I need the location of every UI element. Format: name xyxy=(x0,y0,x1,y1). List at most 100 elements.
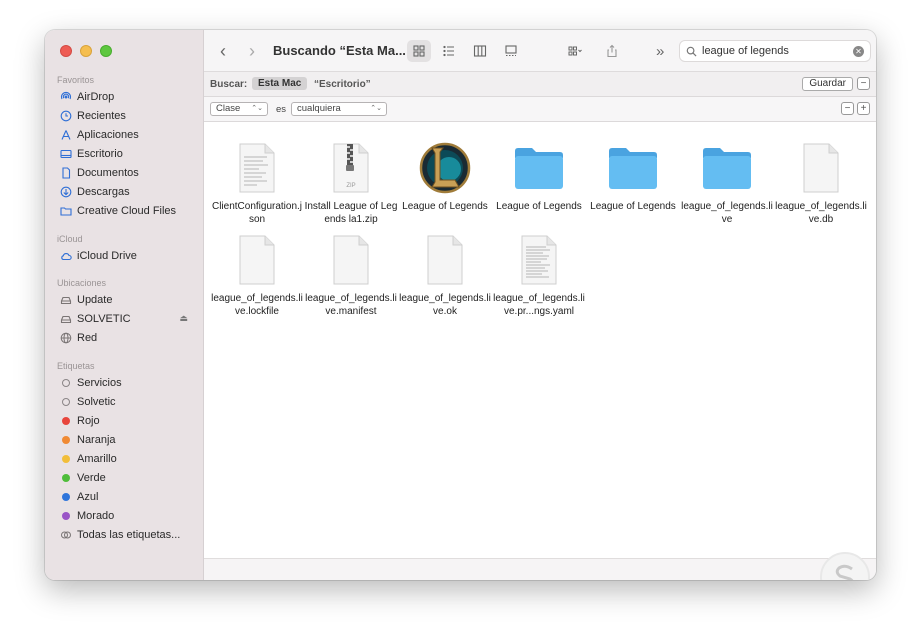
search-field[interactable]: league of legends ✕ xyxy=(679,40,871,62)
icon-view-button[interactable] xyxy=(407,40,431,62)
file-item[interactable]: ZIP Install League of Legends la1.zip xyxy=(304,142,398,226)
sidebar-tag-azul[interactable]: Azul xyxy=(45,487,204,506)
sidebar-item-label: Descargas xyxy=(77,185,130,198)
blank-document-icon xyxy=(325,234,377,286)
zoom-window-button[interactable] xyxy=(100,45,112,57)
sidebar-item-label: Solvetic xyxy=(77,395,116,408)
sidebar-item-solvetic[interactable]: SOLVETIC ⏏ xyxy=(45,309,204,328)
blank-document-icon xyxy=(231,234,283,286)
sidebar-item-label: Todas las etiquetas... xyxy=(77,528,181,541)
share-button[interactable] xyxy=(600,40,624,62)
sidebar-item-documentos[interactable]: Documentos xyxy=(45,163,204,182)
sidebar-item-update[interactable]: Update xyxy=(45,290,204,309)
gallery-view-button[interactable] xyxy=(499,40,523,62)
file-item[interactable]: League of Legends xyxy=(398,142,492,213)
file-item[interactable]: league_of_legends.live.pr...ngs.yaml xyxy=(492,234,586,318)
close-window-button[interactable] xyxy=(60,45,72,57)
share-icon xyxy=(607,44,617,58)
more-toolbar-button[interactable]: » xyxy=(656,43,664,61)
clock-icon xyxy=(59,109,73,123)
window-title: Buscando “Esta Ma... xyxy=(273,43,406,58)
sidebar-tag-servicios[interactable]: Servicios xyxy=(45,373,204,392)
file-item[interactable]: League of Legends xyxy=(586,142,680,213)
document-icon xyxy=(59,166,73,180)
blank-document-icon xyxy=(795,142,847,194)
folder-icon xyxy=(607,142,659,194)
search-scope-bar: Buscar: Esta Mac “Escritorio” Guardar − xyxy=(204,72,876,97)
toolbar: ‹ › Buscando “Esta Ma... » league of leg… xyxy=(204,30,876,72)
sidebar-item-label: SOLVETIC xyxy=(77,312,131,325)
sidebar-item-descargas[interactable]: Descargas xyxy=(45,182,204,201)
group-icon xyxy=(568,46,582,56)
save-search-button[interactable]: Guardar xyxy=(802,77,853,91)
file-item[interactable]: League of Legends xyxy=(492,142,586,213)
text-document-icon xyxy=(231,142,283,194)
cloud-icon xyxy=(59,249,73,263)
file-item[interactable]: league_of_legends.live xyxy=(680,142,774,226)
clear-search-icon[interactable]: ✕ xyxy=(853,46,864,57)
airdrop-icon xyxy=(59,90,73,104)
file-item[interactable]: league_of_legends.live.db xyxy=(774,142,868,226)
file-grid: ClientConfiguration.json ZIP Install Lea… xyxy=(204,122,876,558)
sidebar-tag-verde[interactable]: Verde xyxy=(45,468,204,487)
zip-badge: ZIP xyxy=(346,183,355,189)
drive-icon xyxy=(59,312,73,326)
sidebar-item-label: Servicios xyxy=(77,376,122,389)
forward-button[interactable]: › xyxy=(249,42,255,60)
sidebar-item-creative-cloud[interactable]: Creative Cloud Files xyxy=(45,201,204,220)
sidebar-item-label: Verde xyxy=(77,471,106,484)
sidebar-item-label: iCloud Drive xyxy=(77,249,137,262)
sidebar-item-label: AirDrop xyxy=(77,90,115,103)
minimize-window-button[interactable] xyxy=(80,45,92,57)
operator-label: es xyxy=(276,104,287,115)
file-name: league_of_legends.live.lockfile xyxy=(211,293,303,317)
list-view-button[interactable] xyxy=(437,40,461,62)
sidebar-locations: Ubicaciones Update SOLVETIC ⏏ Red xyxy=(45,276,204,347)
remove-scope-button[interactable]: − xyxy=(857,77,870,90)
file-item[interactable]: ClientConfiguration.json xyxy=(210,142,304,226)
tag-dot-icon xyxy=(59,395,73,409)
sidebar-item-label: Escritorio xyxy=(77,147,123,160)
add-rule-button[interactable]: + xyxy=(857,102,870,115)
file-name: League of Legends xyxy=(402,201,488,212)
sidebar-all-tags[interactable]: Todas las etiquetas... xyxy=(45,525,204,544)
sidebar-tag-amarillo[interactable]: Amarillo xyxy=(45,449,204,468)
sidebar-header-favorites: Favoritos xyxy=(57,75,95,85)
group-button[interactable] xyxy=(559,40,591,62)
sidebar-header-icloud: iCloud xyxy=(57,234,83,244)
sidebar: Favoritos AirDrop Recientes Aplicaciones… xyxy=(45,30,204,580)
back-button[interactable]: ‹ xyxy=(220,42,226,60)
file-name: Install League of Legends la1.zip xyxy=(304,201,398,225)
sidebar-item-escritorio[interactable]: Escritorio xyxy=(45,144,204,163)
sidebar-item-icloud-drive[interactable]: iCloud Drive xyxy=(45,246,204,265)
value-popup[interactable]: cualquiera ⌃⌄ xyxy=(291,102,387,116)
league-of-legends-app-icon xyxy=(419,142,471,194)
search-icon xyxy=(686,46,697,57)
sidebar-tag-naranja[interactable]: Naranja xyxy=(45,430,204,449)
file-item[interactable]: league_of_legends.live.ok xyxy=(398,234,492,318)
sidebar-header-locations: Ubicaciones xyxy=(57,278,107,288)
tag-dot-icon xyxy=(59,452,73,466)
sidebar-tag-rojo[interactable]: Rojo xyxy=(45,411,204,430)
eject-icon[interactable]: ⏏ xyxy=(179,313,188,324)
sidebar-item-aplicaciones[interactable]: Aplicaciones xyxy=(45,125,204,144)
attribute-value: Clase xyxy=(216,103,241,114)
sidebar-item-airdrop[interactable]: AirDrop xyxy=(45,87,204,106)
tag-dot-icon xyxy=(59,414,73,428)
file-name: league_of_legends.live.manifest xyxy=(305,293,397,317)
file-name: league_of_legends.live.ok xyxy=(399,293,491,317)
file-item[interactable]: league_of_legends.live.lockfile xyxy=(210,234,304,318)
search-input[interactable]: league of legends xyxy=(702,45,789,57)
sidebar-tag-solvetic[interactable]: Solvetic xyxy=(45,392,204,411)
remove-rule-button[interactable]: − xyxy=(841,102,854,115)
sidebar-item-red[interactable]: Red xyxy=(45,328,204,347)
sidebar-tag-morado[interactable]: Morado xyxy=(45,506,204,525)
attribute-popup[interactable]: Clase ⌃⌄ xyxy=(210,102,268,116)
folder-icon xyxy=(701,142,753,194)
sidebar-item-recientes[interactable]: Recientes xyxy=(45,106,204,125)
scope-desktop-button[interactable]: “Escritorio” xyxy=(314,79,371,90)
folder-icon xyxy=(513,142,565,194)
column-view-button[interactable] xyxy=(468,40,492,62)
file-item[interactable]: league_of_legends.live.manifest xyxy=(304,234,398,318)
scope-this-mac-button[interactable]: Esta Mac xyxy=(252,77,308,90)
